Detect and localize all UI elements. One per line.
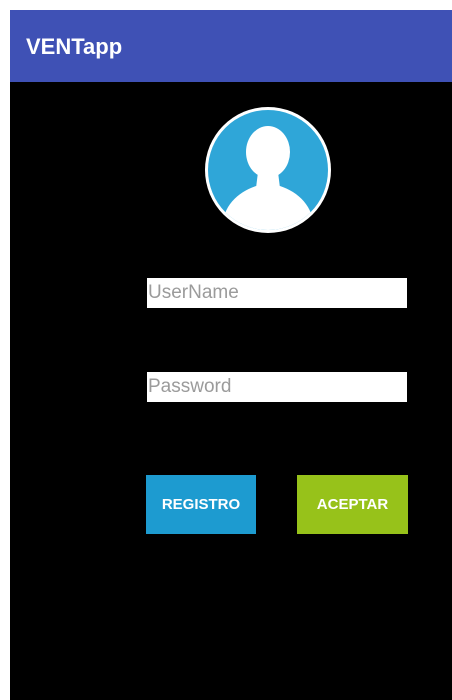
user-silhouette-icon (208, 110, 328, 230)
aceptar-button[interactable]: ACEPTAR (297, 475, 408, 534)
app-bar: VENTapp (10, 10, 452, 82)
avatar (205, 107, 331, 233)
username-input[interactable] (147, 278, 407, 308)
password-input[interactable] (147, 372, 407, 402)
app-title: VENTapp (26, 34, 123, 59)
registro-button[interactable]: REGISTRO (146, 475, 256, 534)
app-screen: VENTapp REGISTRO ACEPTAR (10, 10, 452, 700)
